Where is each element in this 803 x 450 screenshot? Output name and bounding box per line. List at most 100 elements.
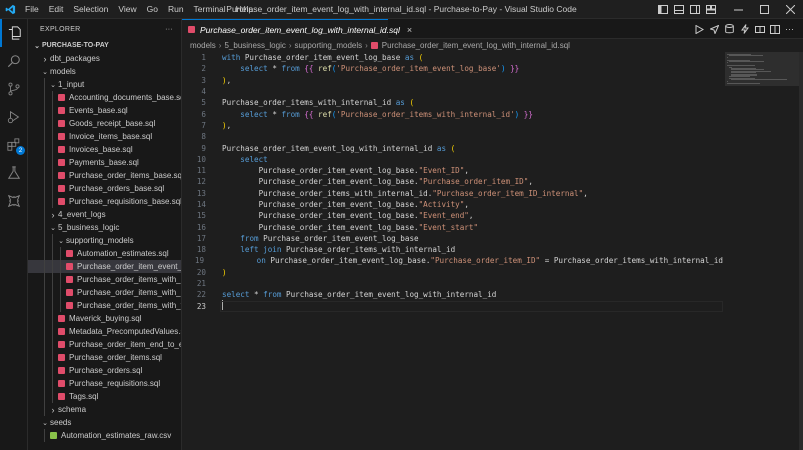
file-item[interactable]: Purchase_orders_base.sql [28,182,181,195]
file-item[interactable]: Events_base.sql [28,104,181,117]
code-lines: 1 with Purchase_order_item_event_log_base… [182,52,723,312]
run-icon[interactable] [692,19,707,39]
breadcrumb-business-logic[interactable]: 5_business_logic [224,41,285,50]
menu-terminal[interactable]: Terminal [189,0,231,19]
send-icon[interactable] [707,19,722,39]
tree-item-label: Purchase_order_item_event_log_... [77,262,181,271]
breadcrumb-supporting-models[interactable]: supporting_models [295,41,363,50]
toggle-sidebar-icon[interactable] [655,0,671,19]
folder-item[interactable]: ⌄ 1_input [28,78,181,91]
sql-file-icon [58,393,65,400]
more-actions-icon[interactable]: ··· [165,26,173,33]
source-control-icon[interactable] [0,75,28,103]
menu-help[interactable]: Help [231,0,258,19]
code-text: ) [206,268,227,277]
code-token: left join [240,245,287,255]
chevron-right-icon: › [365,41,368,50]
menu-go[interactable]: Go [142,0,163,19]
explorer-header: EXPLORER ··· [28,19,181,39]
indent-guide [44,156,45,169]
file-item[interactable]: Purchase_order_item_end_to_end_... [28,338,181,351]
maximize-icon[interactable] [751,0,777,19]
file-item[interactable]: Purchase_requisitions_base.sql [28,195,181,208]
indent-guide [52,195,53,208]
menu-edit[interactable]: Edit [44,0,69,19]
toggle-panel-icon[interactable] [671,0,687,19]
file-item[interactable]: Purchase_order_item_event_log_... [28,260,181,273]
close-window-icon[interactable] [777,0,803,19]
file-item[interactable]: Metadata_PrecomputedValues.sql [28,325,181,338]
toggle-secondary-sidebar-icon[interactable] [687,0,703,19]
code-token: "Purchase_order_item_ID" [430,256,541,266]
file-item[interactable]: Maverick_buying.sql [28,312,181,325]
minimize-icon[interactable] [725,0,751,19]
database-icon[interactable] [722,19,737,39]
file-item[interactable]: Automation_estimates_raw.csv [28,429,181,442]
folder-item[interactable]: ⌄ models [28,65,181,78]
line-number: 23 [196,301,206,311]
extensions-icon[interactable]: 2 [0,131,28,159]
folder-item[interactable]: ⌄ 5_business_logic [28,221,181,234]
code-text: from Purchase_order_item_event_log_base [206,234,418,243]
folder-item[interactable]: › schema [28,403,181,416]
tab-active-file[interactable]: Purchase_order_item_event_log_with_inter… [182,19,412,39]
file-item[interactable]: Accounting_documents_base.sql [28,91,181,104]
code-token: Purchase_order_item_event_log_with_inter… [286,290,497,300]
file-item[interactable]: Purchase_order_items_with_inter... [28,273,181,286]
file-item[interactable]: Purchase_order_items_with_mav... [28,286,181,299]
indent-guide [44,403,45,416]
indent-guide [44,78,45,91]
file-item[interactable]: Purchase_order_items_with_thro... [28,299,181,312]
folder-item[interactable]: ⌄ seeds [28,416,181,429]
line-number: 15 [196,211,206,221]
folder-item[interactable]: › dbt_packages [28,52,181,65]
code-token: select [240,154,268,164]
close-tab-icon[interactable]: × [407,25,412,35]
breadcrumb-file[interactable]: Purchase_order_item_event_log_with_inter… [382,41,570,50]
file-item[interactable]: Tags.sql [28,390,181,403]
breadcrumb-models[interactable]: models [190,41,216,50]
explorer-icon[interactable] [0,19,28,47]
split-editor-icon[interactable] [767,19,782,39]
run-debug-icon[interactable] [0,103,28,131]
file-item[interactable]: Purchase_requisitions.sql [28,377,181,390]
lightning-icon[interactable] [737,19,752,39]
dbt-icon[interactable] [0,187,28,215]
search-icon[interactable] [0,47,28,75]
code-line: 21 [182,278,723,289]
file-item[interactable]: Automation_estimates.sql [28,247,181,260]
folder-item[interactable]: › 4_event_logs [28,208,181,221]
folder-item[interactable]: ⌄ PURCHASE-TO-PAY [28,39,181,52]
indent-guide [52,364,53,377]
file-item[interactable]: Purchase_orders.sql [28,364,181,377]
code-editor[interactable]: 1 with Purchase_order_item_event_log_base… [182,52,723,450]
vertical-scrollbar[interactable] [799,52,803,450]
diff-icon[interactable] [752,19,767,39]
testing-icon[interactable] [0,159,28,187]
code-token: , [464,200,469,209]
menu-run[interactable]: Run [163,0,189,19]
tree-item-label: dbt_packages [50,54,100,63]
code-token: Purchase_order_item_event_log_base. [222,222,419,232]
customize-layout-icon[interactable] [703,0,719,19]
menu-file[interactable]: File [20,0,44,19]
folder-item[interactable]: ⌄ supporting_models [28,234,181,247]
file-item[interactable]: Invoice_items_base.sql [28,130,181,143]
editor-more-icon[interactable]: ··· [782,19,797,39]
tree-item-label: Purchase_order_items_with_thro... [77,301,181,310]
chevron-down-icon: ⌄ [34,42,40,50]
file-item[interactable]: Goods_receipt_base.sql [28,117,181,130]
code-text: with Purchase_order_item_event_log_base … [206,53,423,62]
file-item[interactable]: Invoices_base.sql [28,143,181,156]
menu-view[interactable]: View [113,0,141,19]
file-item[interactable]: Purchase_order_items.sql [28,351,181,364]
sql-file-icon [58,315,65,322]
code-text: ), [206,121,231,130]
menu-selection[interactable]: Selection [68,0,113,19]
activity-bar: 2 [0,19,28,450]
minimap[interactable] [723,52,803,450]
indent-guide [44,273,45,286]
file-item[interactable]: Payments_base.sql [28,156,181,169]
indent-guide [60,286,61,299]
file-item[interactable]: Purchase_order_items_base.sql [28,169,181,182]
